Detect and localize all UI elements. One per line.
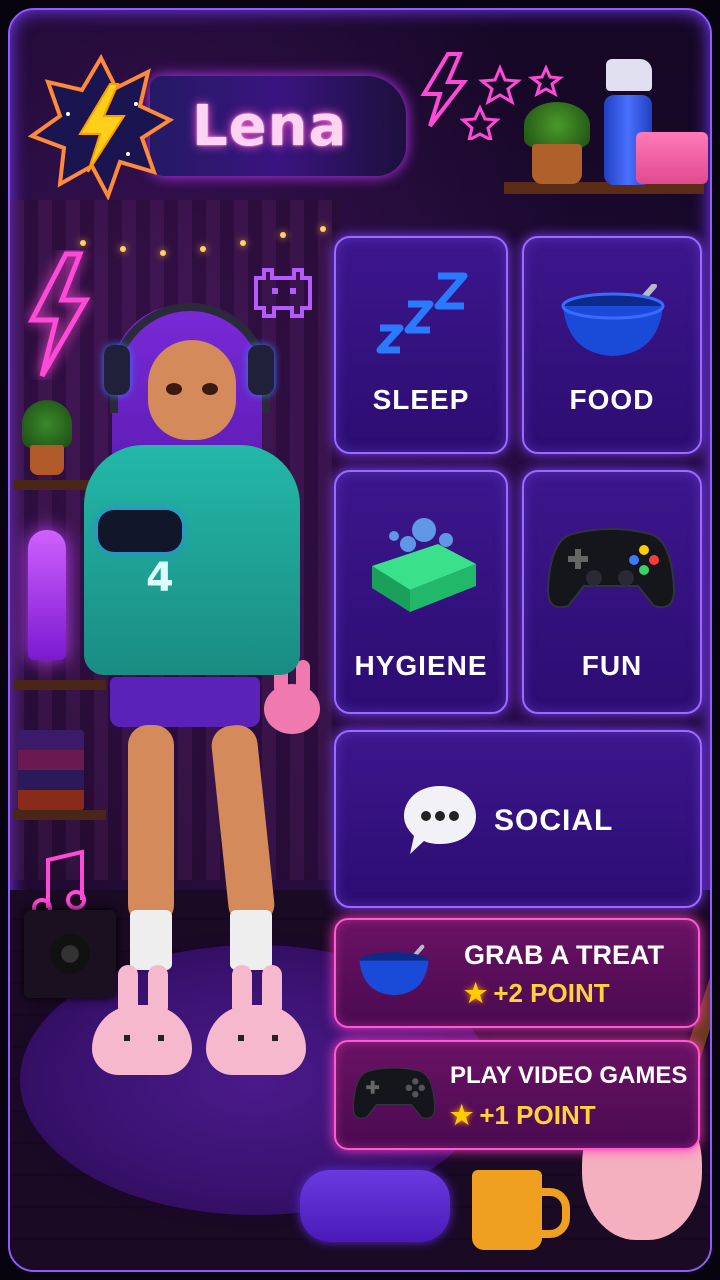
action-label: PLAY VIDEO GAMES [450, 1062, 688, 1089]
action-grab-a-treat[interactable]: GRAB A TREAT ★ +2 POINT [334, 918, 700, 1028]
bunny-slipper [92, 965, 192, 1075]
hoodie: 4 [84, 445, 300, 675]
potted-plant [522, 100, 592, 190]
action-points: ★ +2 POINT [464, 978, 610, 1008]
player-badge: Lena [20, 46, 410, 200]
need-label: HYGIENE [354, 650, 488, 681]
held-controller [98, 510, 182, 552]
action-label: GRAB A TREAT [464, 940, 664, 970]
lava-lamp [28, 530, 66, 660]
game-frame: 4 Lena SLEEP FOOD HYGIENE FUN SOCIAL GRA… [8, 8, 712, 1272]
floor-gamepad [300, 1170, 450, 1242]
need-label: SLEEP [372, 384, 470, 415]
soap-icon [372, 518, 476, 612]
gamepad-icon [352, 1067, 436, 1120]
headphones [110, 303, 270, 413]
bowl-icon [561, 284, 665, 356]
need-tile-fun[interactable]: FUN [522, 470, 702, 714]
need-label: SOCIAL [494, 804, 614, 837]
mug [472, 1170, 570, 1250]
bunny-slipper [206, 965, 306, 1075]
player-character[interactable]: 4 [70, 295, 330, 1095]
need-tile-hygiene[interactable]: HYGIENE [334, 470, 508, 714]
need-tile-food[interactable]: FOOD [522, 236, 702, 454]
star-icon: ★ [450, 1100, 474, 1130]
string-lights [70, 220, 330, 260]
need-tile-sleep[interactable]: SLEEP [334, 236, 508, 454]
zzz-icon [376, 272, 468, 354]
need-label: FUN [581, 650, 643, 681]
action-points: ★ +1 POINT [450, 1100, 596, 1130]
need-label: FOOD [569, 384, 655, 415]
gamepad-icon [546, 528, 676, 609]
bowl-icon [359, 944, 429, 996]
star-icon: ★ [464, 978, 488, 1008]
player-name: Lena [192, 94, 348, 159]
speech-bubble-icon [404, 786, 476, 854]
potted-plant [22, 400, 72, 480]
sponges [636, 132, 708, 184]
need-tile-social[interactable]: SOCIAL [334, 730, 702, 908]
lightning-badge-icon [28, 54, 174, 200]
action-play-video-games[interactable]: PLAY VIDEO GAMES ★ +1 POINT [334, 1040, 700, 1150]
